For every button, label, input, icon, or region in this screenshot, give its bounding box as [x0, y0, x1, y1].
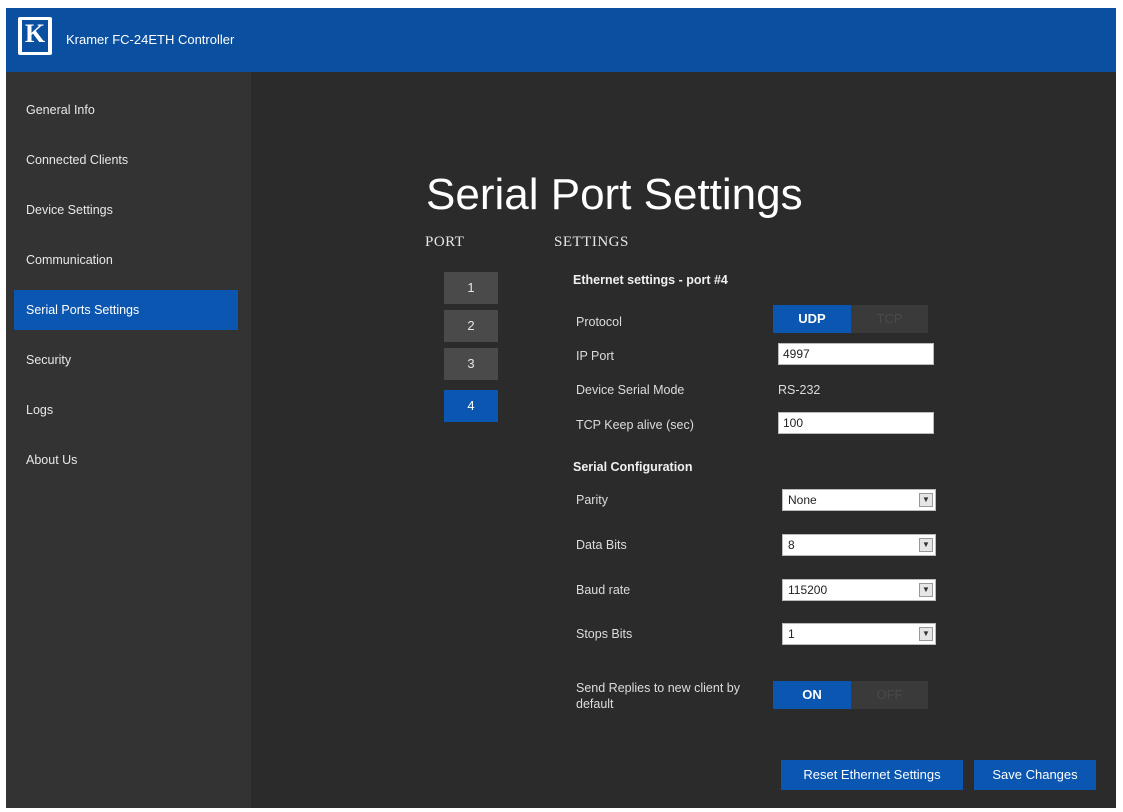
page-title: Serial Port Settings — [426, 170, 803, 219]
send-replies-option-off[interactable]: OFF — [851, 681, 928, 709]
serial-config-section-title: Serial Configuration — [573, 460, 693, 474]
sidebar-item-connected-clients[interactable]: Connected Clients — [14, 140, 238, 180]
header-bar: K Kramer FC-24ETH Controller — [6, 8, 1116, 72]
ip-port-label: IP Port — [576, 349, 614, 363]
sidebar-item-serial-ports-settings[interactable]: Serial Ports Settings — [14, 290, 238, 330]
protocol-label: Protocol — [576, 315, 622, 329]
parity-select[interactable]: None ▼ — [782, 489, 936, 511]
stop-bits-label: Stops Bits — [576, 627, 633, 641]
device-serial-mode-label: Device Serial Mode — [576, 383, 685, 397]
port-button-1[interactable]: 1 — [444, 272, 498, 304]
port-column-header: PORT — [425, 234, 465, 250]
data-bits-value: 8 — [788, 538, 795, 552]
reset-ethernet-settings-button[interactable]: Reset Ethernet Settings — [781, 760, 963, 790]
chevron-down-icon[interactable]: ▼ — [919, 627, 933, 641]
stop-bits-value: 1 — [788, 627, 795, 641]
port-button-3[interactable]: 3 — [444, 348, 498, 380]
kramer-logo: K — [18, 17, 52, 55]
protocol-option-udp[interactable]: UDP — [773, 305, 851, 333]
protocol-toggle[interactable]: UDP TCP — [773, 305, 928, 333]
settings-column-header: SETTINGS — [554, 234, 629, 250]
chevron-down-icon[interactable]: ▼ — [919, 583, 933, 597]
send-replies-toggle[interactable]: ON OFF — [773, 681, 928, 709]
ip-port-input[interactable] — [778, 343, 934, 365]
port-button-4[interactable]: 4 — [444, 390, 498, 422]
baud-rate-select[interactable]: 115200 ▼ — [782, 579, 936, 601]
parity-value: None — [788, 493, 817, 507]
protocol-option-tcp[interactable]: TCP — [851, 305, 928, 333]
data-bits-select[interactable]: 8 ▼ — [782, 534, 936, 556]
sidebar-item-about-us[interactable]: About Us — [14, 440, 238, 480]
send-replies-option-on[interactable]: ON — [773, 681, 851, 709]
chevron-down-icon[interactable]: ▼ — [919, 538, 933, 552]
sidebar-item-general-info[interactable]: General Info — [14, 90, 238, 130]
main-content: Serial Port Settings PORT SETTINGS 1 2 3… — [251, 72, 1116, 808]
device-serial-mode-value: RS-232 — [778, 383, 821, 397]
save-changes-button[interactable]: Save Changes — [974, 760, 1096, 790]
sidebar-item-security[interactable]: Security — [14, 340, 238, 380]
tcp-keep-alive-label: TCP Keep alive (sec) — [576, 418, 694, 432]
ethernet-section-title: Ethernet settings - port #4 — [573, 273, 728, 287]
port-button-2[interactable]: 2 — [444, 310, 498, 342]
stop-bits-select[interactable]: 1 ▼ — [782, 623, 936, 645]
sidebar-item-device-settings[interactable]: Device Settings — [14, 190, 238, 230]
send-replies-label: Send Replies to new client by default — [576, 681, 740, 711]
tcp-keep-alive-input[interactable] — [778, 412, 934, 434]
data-bits-label: Data Bits — [576, 538, 627, 552]
baud-rate-value: 115200 — [788, 583, 828, 597]
parity-label: Parity — [576, 493, 608, 507]
chevron-down-icon[interactable]: ▼ — [919, 493, 933, 507]
app-title: Kramer FC-24ETH Controller — [66, 32, 235, 47]
logo-letter: K — [24, 19, 46, 48]
sidebar: General Info Connected Clients Device Se… — [6, 72, 251, 808]
sidebar-item-communication[interactable]: Communication — [14, 240, 238, 280]
sidebar-item-logs[interactable]: Logs — [14, 390, 238, 430]
app-window: K Kramer FC-24ETH Controller General Inf… — [6, 8, 1116, 808]
baud-rate-label: Baud rate — [576, 583, 631, 597]
